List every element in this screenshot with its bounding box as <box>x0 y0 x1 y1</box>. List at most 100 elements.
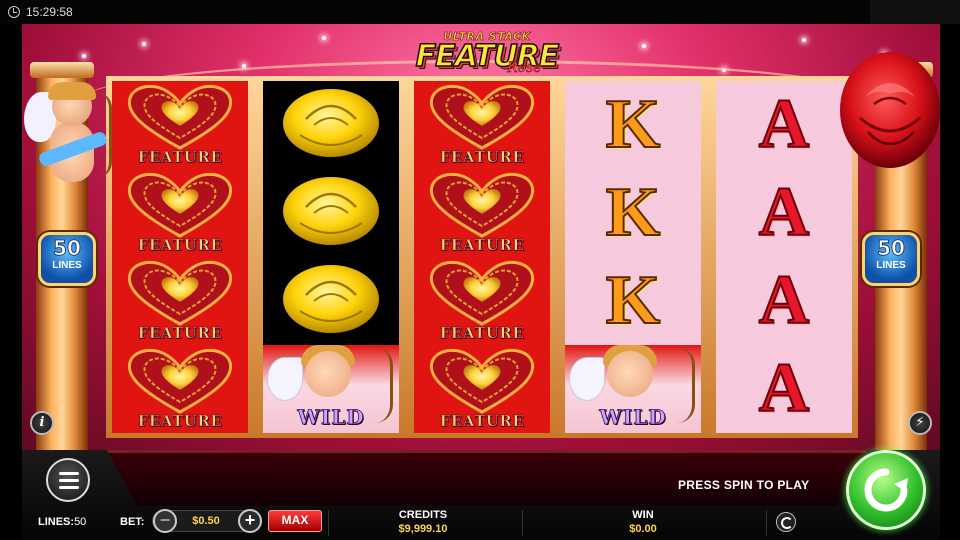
cupid-icon: WILD <box>565 345 701 433</box>
system-bar: 15:29:58 <box>0 0 960 24</box>
bet-decrease-button[interactable]: − <box>153 509 177 533</box>
reel-3: FEATURE FEATURE FEATURE FEATURE <box>414 81 550 433</box>
letter-label: K <box>605 262 661 339</box>
credits-label: CREDITS <box>398 509 448 521</box>
bet-label: BET: <box>120 516 145 528</box>
letter-label: K <box>605 86 661 163</box>
wild-cupid-symbol: WILD <box>565 345 701 433</box>
rose-icon <box>276 171 386 256</box>
letter-a-symbol: A <box>716 345 852 433</box>
heart-icon: FEATURE <box>418 170 546 256</box>
wild-cupid-symbol: WILD <box>263 345 399 433</box>
cupid-decoration <box>24 82 116 202</box>
letter-label: A <box>758 86 811 163</box>
reel-1: FEATURE FEATURE FEATURE FEATURE <box>112 81 248 433</box>
system-time: 15:29:58 <box>26 5 73 19</box>
heart-icon: FEATURE <box>418 82 546 168</box>
feature-label: FEATURE <box>439 412 525 431</box>
divider <box>522 510 523 536</box>
feature-label: FEATURE <box>439 148 525 167</box>
lines-label: LINES: <box>38 516 75 528</box>
hamburger-icon-line <box>59 472 79 475</box>
letter-label: A <box>758 174 811 251</box>
game-screen: 15:29:58 ULTRA STACK FEATURE Rose FEATUR… <box>0 0 960 540</box>
lines-value: 50 <box>74 516 87 528</box>
autoplay-button[interactable] <box>776 512 796 532</box>
letter-label: K <box>605 174 661 251</box>
feature-heart-symbol: FEATURE <box>112 345 248 433</box>
win-label: WIN <box>632 509 654 521</box>
heart-icon: FEATURE <box>116 346 244 432</box>
yellow-rose-symbol <box>263 81 399 169</box>
feature-label: FEATURE <box>439 324 525 343</box>
feature-label: FEATURE <box>439 236 525 255</box>
lines-badge-count: 50 <box>53 236 82 261</box>
reel-2: WILD <box>263 81 399 433</box>
win-display: WIN $0.00 <box>582 508 704 536</box>
feature-label: FEATURE <box>137 148 223 167</box>
stat-bar: LINES:50 BET: $0.50 − + MAX CREDITS $9,9… <box>22 508 940 540</box>
feature-label: FEATURE <box>137 412 223 431</box>
hamburger-icon-line <box>59 479 79 482</box>
letter-k-symbol: K <box>565 81 701 169</box>
feature-heart-symbol: FEATURE <box>112 169 248 257</box>
reels: FEATURE FEATURE FEATURE FEATURE WILD FEATURE F… <box>112 81 852 433</box>
credits-value: $9,999.10 <box>398 523 448 535</box>
feature-heart-symbol: FEATURE <box>112 257 248 345</box>
feature-heart-symbol: FEATURE <box>414 169 550 257</box>
game-logo: ULTRA STACK FEATURE Rose <box>397 30 577 82</box>
divider <box>766 510 767 536</box>
spin-button[interactable] <box>846 450 926 530</box>
spin-arrow-icon <box>864 468 908 512</box>
reels-frame: FEATURE FEATURE FEATURE FEATURE WILD FEATURE F… <box>106 76 858 438</box>
system-bar-right <box>870 0 960 24</box>
lines-badge-label: LINES <box>876 260 906 271</box>
feature-label: FEATURE <box>137 324 223 343</box>
letter-a-symbol: A <box>716 169 852 257</box>
letter-label: A <box>758 262 811 339</box>
lines-badge-left: 50 LINES <box>38 232 96 286</box>
wild-label: WILD <box>599 405 667 430</box>
logo-feature: FEATURE <box>415 39 560 74</box>
bet-increase-button[interactable]: + <box>238 509 262 533</box>
logo-rose: Rose <box>507 60 542 76</box>
yellow-rose-symbol <box>263 257 399 345</box>
heart-icon: FEATURE <box>116 258 244 344</box>
heart-icon: FEATURE <box>116 82 244 168</box>
feature-heart-symbol: FEATURE <box>112 81 248 169</box>
feature-heart-symbol: FEATURE <box>414 81 550 169</box>
letter-k-symbol: K <box>565 257 701 345</box>
heart-icon: FEATURE <box>418 258 546 344</box>
letter-a-symbol: A <box>716 81 852 169</box>
reel-4: K K K WILD <box>565 81 701 433</box>
heart-icon: FEATURE <box>418 346 546 432</box>
max-bet-button[interactable]: MAX <box>268 510 322 532</box>
control-bar: PRESS SPIN TO PLAY LINES:50 BET: $0.50 −… <box>22 450 940 540</box>
rose-decoration <box>834 48 942 170</box>
letter-a-symbol: A <box>716 257 852 345</box>
turbo-button[interactable]: ⚡ <box>908 411 932 435</box>
win-value: $0.00 <box>629 523 657 535</box>
lines-display: LINES:50 <box>38 516 86 528</box>
menu-button[interactable] <box>46 458 90 502</box>
letter-k-symbol: K <box>565 169 701 257</box>
heart-icon: FEATURE <box>116 170 244 256</box>
rose-icon <box>276 83 386 168</box>
press-spin-message: PRESS SPIN TO PLAY <box>678 478 810 492</box>
divider <box>328 510 329 536</box>
rose-icon <box>276 259 386 344</box>
wild-label: WILD <box>297 405 365 430</box>
lines-badge-count: 50 <box>877 236 906 261</box>
hamburger-icon-line <box>59 486 79 489</box>
lines-badge-right: 50 LINES <box>862 232 920 286</box>
yellow-rose-symbol <box>263 169 399 257</box>
letter-label: A <box>758 350 811 427</box>
feature-heart-symbol: FEATURE <box>414 345 550 433</box>
lines-badge-label: LINES <box>52 260 82 271</box>
feature-heart-symbol: FEATURE <box>414 257 550 345</box>
clock-icon <box>8 6 20 18</box>
credits-display: CREDITS $9,999.10 <box>362 508 484 536</box>
info-button[interactable]: i <box>30 411 54 435</box>
reel-5: AAAA <box>716 81 852 433</box>
cupid-icon: WILD <box>263 345 399 433</box>
